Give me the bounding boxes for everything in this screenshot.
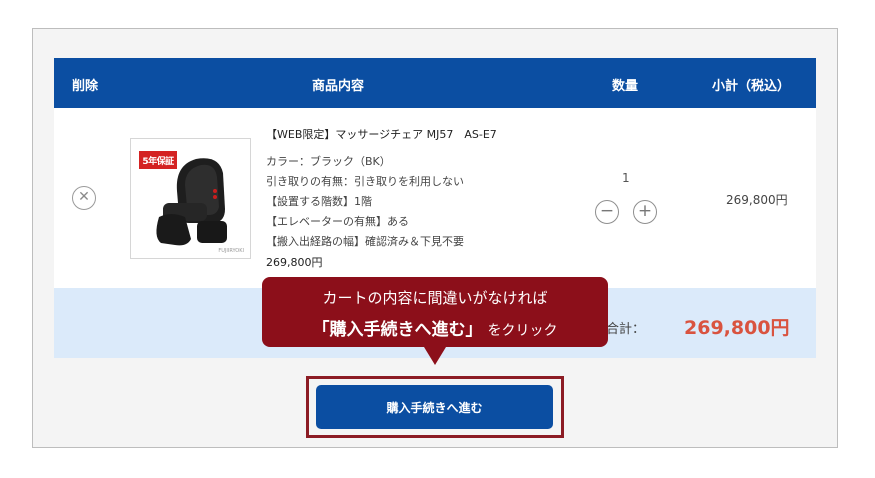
header-subtotal: 小計（税込） (712, 79, 791, 94)
instruction-callout: カートの内容に間違いがなければ 「購入手続きへ進む」 をクリック (262, 277, 608, 365)
product-options: カラー：ブラック（BK） 引き取りの有無：引き取りを利用しない 【設置する階数】… (266, 152, 464, 252)
quantity-decrease-button[interactable]: − (595, 200, 619, 224)
product-price: 269,800円 (266, 256, 323, 269)
total-value: 269,800円 (684, 317, 790, 339)
remove-item-button[interactable]: ✕ (72, 186, 96, 210)
callout-line1: カートの内容に間違いがなければ (322, 289, 548, 307)
option-floor: 【設置する階数】1階 (266, 195, 372, 208)
plus-circle-icon: + (637, 201, 653, 221)
cart-item-row: ✕ 5年保証 FUJIIRYOKI 【WEB限定】マッサージチェア MJ57 A… (54, 108, 816, 288)
callout-pointer (424, 347, 446, 365)
option-pickup: 引き取りの有無：引き取りを利用しない (266, 175, 464, 188)
line-subtotal: 269,800円 (726, 193, 788, 207)
header-quantity: 数量 (612, 79, 639, 94)
brand-mark: FUJIIRYOKI (218, 248, 244, 254)
product-name[interactable]: 【WEB限定】マッサージチェア MJ57 AS-E7 (266, 126, 497, 142)
warranty-badge: 5年保証 (139, 151, 177, 169)
callout-line2-rest: をクリック (487, 323, 558, 339)
minus-circle-icon: − (599, 201, 615, 221)
callout-emphasis: 「購入手続きへ進む」 (312, 320, 483, 340)
quantity-value: 1 (622, 171, 630, 185)
header-delete: 削除 (72, 79, 99, 94)
quantity-increase-button[interactable]: + (633, 200, 657, 224)
total-label: 合計： (606, 322, 646, 337)
option-route: 【搬入出経路の幅】確認済み＆下見不要 (266, 235, 464, 248)
cart-table-header: 削除 商品内容 数量 小計（税込） (54, 58, 816, 108)
header-product: 商品内容 (312, 79, 365, 94)
product-image[interactable]: 5年保証 FUJIIRYOKI (130, 138, 251, 259)
option-elevator: 【エレベーターの有無】ある (266, 215, 409, 228)
close-circle-icon: ✕ (78, 189, 90, 205)
option-color: カラー：ブラック（BK） (266, 155, 391, 168)
callout-line2: 「購入手続きへ進む」 をクリック (262, 315, 608, 340)
proceed-to-checkout-button[interactable]: 購入手続きへ進む (316, 385, 553, 429)
